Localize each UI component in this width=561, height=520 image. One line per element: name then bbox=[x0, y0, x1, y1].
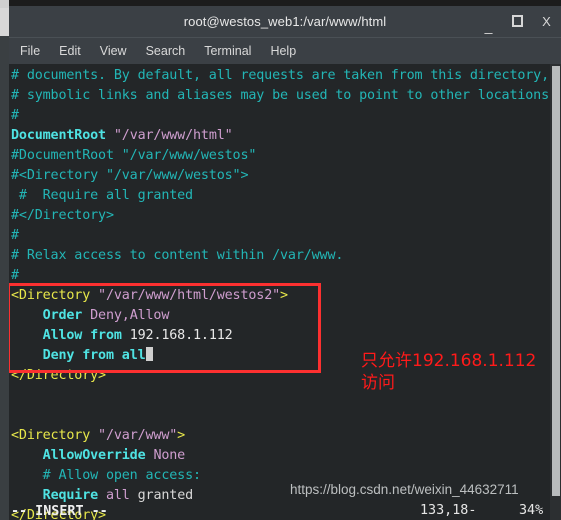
editor-token bbox=[11, 328, 43, 343]
editor-line: # bbox=[11, 106, 550, 126]
terminal-window: root@westos_web1:/var/www/html _ X File … bbox=[9, 6, 561, 520]
editor-token: # symbolic links and aliases may be used… bbox=[11, 88, 557, 103]
editor-token: Deny from bbox=[42, 348, 114, 363]
editor-line: #<Directory "/var/www/westos"> bbox=[11, 166, 550, 186]
editor-line: <Directory "/var/www/html/westos2"> bbox=[11, 286, 550, 306]
editor-token: #</Directory> bbox=[11, 208, 114, 223]
menu-item-file[interactable]: File bbox=[17, 42, 43, 60]
editor-token bbox=[106, 128, 114, 143]
editor-line: # documents. By default, all requests ar… bbox=[11, 66, 561, 86]
editor-token: Allow from bbox=[42, 328, 122, 343]
terminal-scrollbar[interactable] bbox=[550, 64, 561, 520]
window-title: root@westos_web1:/var/www/html bbox=[183, 14, 387, 29]
editor-token: 192.168.1.112 bbox=[129, 328, 233, 343]
editor-token bbox=[90, 428, 98, 443]
vim-status-line: -- INSERT -- bbox=[11, 500, 561, 519]
editor-line: # symbolic links and aliases may be used… bbox=[11, 86, 557, 106]
editor-token: > bbox=[280, 288, 288, 303]
editor-token bbox=[11, 448, 43, 463]
editor-line: #</Directory> bbox=[11, 206, 550, 226]
editor-line: # bbox=[11, 266, 550, 286]
editor-token: #DocumentRoot "/var/www/westos" bbox=[11, 148, 257, 163]
editor-token: AllowOverride bbox=[42, 448, 146, 463]
terminal-body[interactable]: # documents. By default, all requests ar… bbox=[9, 64, 561, 520]
editor-token bbox=[11, 468, 43, 483]
window-titlebar: root@westos_web1:/var/www/html _ X bbox=[9, 6, 561, 37]
background-window-titlebar-edge bbox=[0, 0, 9, 8]
cursor-position: 133,18- bbox=[420, 503, 477, 518]
editor-text-area[interactable]: # documents. By default, all requests ar… bbox=[9, 64, 561, 520]
editor-token: # Require all granted bbox=[11, 188, 193, 203]
menu-item-view[interactable]: View bbox=[97, 42, 130, 60]
editor-line: DocumentRoot "/var/www/html" bbox=[11, 126, 550, 146]
editor-token: all bbox=[121, 348, 146, 363]
editor-line: # Require all granted bbox=[11, 186, 550, 206]
annotation-text: 只允许192.168.1.112 访问 bbox=[361, 351, 537, 393]
watermark: https://blog.csdn.net/weixin_44632711 bbox=[290, 482, 519, 497]
editor-token: "/var/www/html" bbox=[113, 128, 233, 143]
editor-token: # Relax access to content within /var/ww… bbox=[11, 248, 344, 263]
editor-token: # documents. By default, all requests ar… bbox=[11, 68, 561, 83]
editor-token: #<Directory "/var/www/westos"> bbox=[11, 168, 249, 183]
window-controls: _ X bbox=[482, 6, 553, 37]
editor-token: "/var/www/html/westos2" bbox=[98, 288, 281, 303]
editor-token: # bbox=[11, 108, 19, 123]
editor-token bbox=[11, 348, 43, 363]
editor-token bbox=[11, 308, 43, 323]
maximize-icon[interactable] bbox=[511, 14, 524, 29]
screenshot-root: root@westos_web1:/var/www/html _ X File … bbox=[0, 0, 561, 520]
editor-line: <Directory "/var/www"> bbox=[11, 426, 550, 446]
editor-line: #DocumentRoot "/var/www/westos" bbox=[11, 146, 550, 166]
editor-token bbox=[82, 308, 90, 323]
text-cursor bbox=[145, 347, 153, 361]
editor-line: # bbox=[11, 226, 550, 246]
close-icon[interactable]: X bbox=[540, 15, 553, 28]
editor-token: Deny,Allow bbox=[90, 308, 170, 323]
menu-item-help[interactable]: Help bbox=[267, 42, 299, 60]
menu-item-search[interactable]: Search bbox=[143, 42, 189, 60]
editor-token: > bbox=[177, 428, 186, 443]
editor-token bbox=[90, 288, 98, 303]
editor-line: Order Deny,Allow bbox=[11, 306, 550, 326]
editor-line: AllowOverride None bbox=[11, 446, 550, 466]
editor-token: "/var/www" bbox=[98, 428, 178, 443]
editor-token bbox=[122, 328, 130, 343]
scroll-percent: 34% bbox=[519, 503, 544, 518]
editor-token: Order bbox=[42, 308, 83, 323]
background-window-body-edge bbox=[0, 36, 9, 520]
editor-token: # bbox=[11, 268, 19, 283]
menu-item-terminal[interactable]: Terminal bbox=[201, 42, 254, 60]
minimize-icon[interactable]: _ bbox=[482, 19, 495, 33]
editor-token: <Directory bbox=[11, 428, 91, 443]
menu-item-edit[interactable]: Edit bbox=[56, 42, 84, 60]
editor-token: # Allow open access: bbox=[42, 468, 201, 483]
scrollbar-thumb[interactable] bbox=[552, 66, 560, 496]
editor-token bbox=[114, 348, 122, 363]
editor-token: <Directory bbox=[11, 288, 91, 303]
editor-line: # Relax access to content within /var/ww… bbox=[11, 246, 550, 266]
editor-token: None bbox=[153, 448, 186, 463]
editor-token: DocumentRoot bbox=[11, 128, 106, 143]
editor-token: # bbox=[11, 228, 19, 243]
editor-line: Allow from 192.168.1.112 bbox=[11, 326, 550, 346]
vim-mode-indicator: -- INSERT -- bbox=[11, 504, 108, 519]
menubar: File Edit View Search Terminal Help bbox=[9, 37, 561, 64]
editor-token: </Directory> bbox=[11, 368, 106, 383]
